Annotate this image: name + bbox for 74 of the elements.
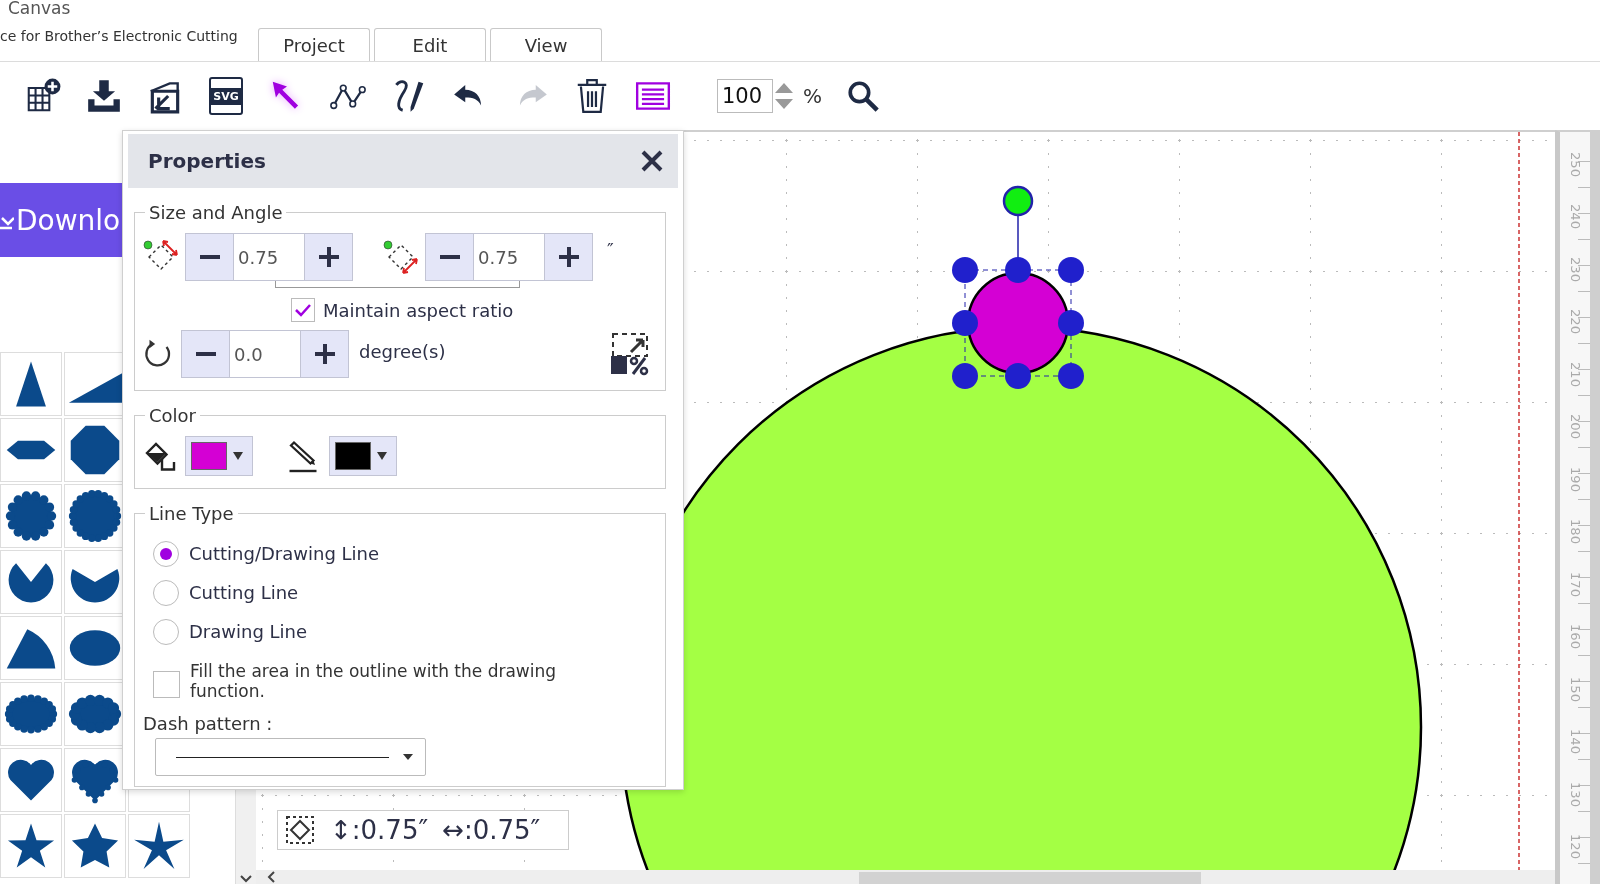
close-icon[interactable] xyxy=(640,149,664,173)
check-icon xyxy=(294,303,312,317)
small-circle-shape[interactable] xyxy=(966,271,1070,375)
radio-label: Cutting Line xyxy=(189,582,299,603)
tagline: ce for Brother’s Electronic Cutting xyxy=(0,28,239,44)
ruler-label: 170 xyxy=(1567,571,1583,597)
plus-icon xyxy=(314,344,335,364)
angle-field[interactable]: 0.0 xyxy=(230,330,300,378)
caret-icon xyxy=(377,452,387,460)
plus-icon xyxy=(558,247,579,267)
decrease-button[interactable] xyxy=(185,233,234,281)
width-field[interactable]: 0.75 xyxy=(234,233,304,281)
minus-icon xyxy=(439,255,460,259)
ruler-label: 210 xyxy=(1567,361,1583,387)
width-value: ↔:0.75″ xyxy=(442,815,541,845)
ruler-label: 240 xyxy=(1567,204,1583,230)
selection-box-icon xyxy=(284,814,316,846)
ruler-label: 130 xyxy=(1567,781,1583,807)
color-picker-button[interactable] xyxy=(329,436,397,476)
selection-handles[interactable] xyxy=(952,185,1084,389)
scallop-circle-shape-icon[interactable] xyxy=(3,488,59,544)
scallop-circle-fine-shape-icon[interactable] xyxy=(67,488,123,544)
logo-caption: Canvas xyxy=(8,0,72,18)
panel-title: Properties xyxy=(148,149,266,173)
increase-button[interactable] xyxy=(544,233,593,281)
aspect-ratio-checkbox[interactable] xyxy=(291,298,315,322)
chevron-left-icon[interactable] xyxy=(266,870,276,884)
scrollbar-thumb[interactable] xyxy=(859,872,1201,884)
ruler-label: 160 xyxy=(1567,624,1583,650)
color-picker-button[interactable] xyxy=(185,436,253,476)
checkbox-label: Maintain aspect ratio xyxy=(323,299,514,321)
menu-tab[interactable]: Project xyxy=(258,28,370,61)
ruler-label: 190 xyxy=(1567,466,1583,492)
menu-tab[interactable]: View xyxy=(490,28,602,61)
caret-icon xyxy=(233,452,243,460)
height-value: ↕:0.75″ xyxy=(330,815,429,845)
section-legend: Color xyxy=(145,405,200,426)
increase-button[interactable] xyxy=(300,330,349,378)
download-icon xyxy=(85,77,123,115)
resize-diamond-icon xyxy=(381,237,421,277)
decrease-button[interactable] xyxy=(425,233,474,281)
ruler-label: 120 xyxy=(1567,834,1583,860)
search-icon[interactable] xyxy=(846,79,880,113)
minus-icon xyxy=(199,255,220,259)
svg-export-button[interactable]: SVG xyxy=(209,77,243,115)
decrease-button[interactable] xyxy=(181,330,230,378)
menu-tab[interactable]: Edit xyxy=(374,28,486,61)
minus-icon xyxy=(195,352,216,356)
download-button[interactable]: Downlo xyxy=(0,183,122,257)
dash-pattern-dropdown[interactable] xyxy=(155,738,426,776)
section-legend: Size and Angle xyxy=(145,202,287,223)
fill-area-checkbox[interactable] xyxy=(153,671,180,698)
radio-label: Drawing Line xyxy=(189,621,308,642)
increase-button[interactable] xyxy=(304,233,353,281)
height-field[interactable]: 0.75 xyxy=(474,233,544,281)
ruler-label: 150 xyxy=(1567,676,1583,702)
radio-label: Cutting/Drawing Line xyxy=(189,543,380,564)
ruler-label: 250 xyxy=(1567,151,1583,177)
caret-icon xyxy=(403,754,413,760)
checkbox-label: Fill the area in the outline with the drawing function. xyxy=(190,661,558,701)
ruler-label: 140 xyxy=(1567,729,1583,755)
ruler-label: 200 xyxy=(1567,414,1583,440)
spinner-arrows-icon[interactable] xyxy=(773,81,795,111)
zoom-field[interactable]: 100 xyxy=(717,79,773,113)
ruler-label: 180 xyxy=(1567,519,1583,545)
ruler-label: 230 xyxy=(1567,256,1583,282)
dash-pattern-label: Dash pattern : xyxy=(143,713,274,734)
angle-unit: degree(s) xyxy=(359,340,446,362)
plus-icon xyxy=(318,247,339,267)
ruler-label: 220 xyxy=(1567,309,1583,335)
zoom-unit: % xyxy=(803,84,822,108)
section-legend: Line Type xyxy=(145,503,238,524)
unit-label: ″ xyxy=(607,238,614,260)
chevron-down-icon[interactable] xyxy=(239,874,253,884)
